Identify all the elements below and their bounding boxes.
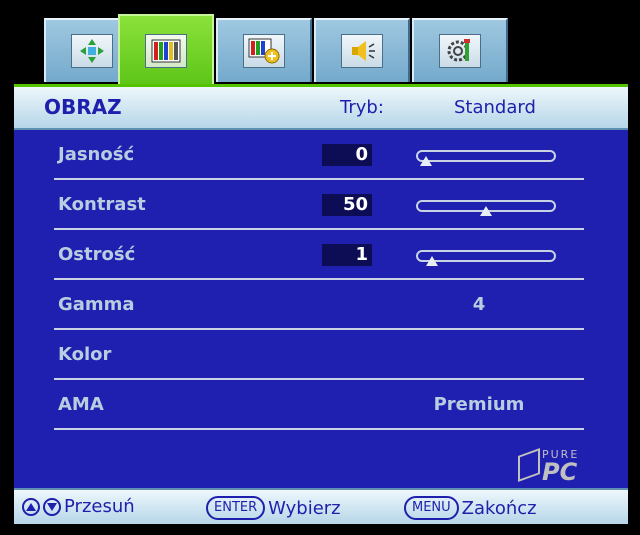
tab-picture[interactable] [118, 14, 214, 86]
setting-value: Premium [433, 394, 525, 415]
tab-picture-advanced[interactable] [216, 18, 312, 82]
speaker-icon [341, 34, 383, 68]
setting-row-contrast[interactable]: Kontrast 50 [54, 180, 584, 230]
setting-row-color[interactable]: Kolor [54, 330, 584, 380]
settings-panel: Jasność 0 Kontrast 50 Ostrość 1 Gamma 4 … [14, 130, 628, 488]
picture-add-icon [243, 34, 285, 68]
setting-value: 50 [322, 194, 372, 216]
slider-knob[interactable] [420, 156, 432, 166]
watermark-logo: PURE PC [514, 447, 614, 488]
logo-cube-icon [518, 447, 540, 483]
footer-enter-label: Wybierz [268, 497, 341, 519]
settings-gear-icon [439, 34, 481, 68]
setting-label: Gamma [58, 294, 135, 315]
osd-menu: OBRAZ Tryb: Standard Jasność 0 Kontrast … [14, 14, 628, 524]
row-divider [54, 428, 584, 430]
slider-knob[interactable] [480, 206, 492, 216]
setting-value: 1 [322, 244, 372, 266]
footer-menu-label: Zakończ [461, 497, 537, 519]
contrast-slider[interactable] [416, 200, 556, 216]
logo-text-main: PC [542, 458, 578, 486]
mode-value[interactable]: Standard [454, 97, 536, 118]
setting-value: 4 [472, 294, 486, 315]
arrow-down-icon [43, 497, 61, 516]
move-position-icon [71, 34, 113, 68]
setting-row-brightness[interactable]: Jasność 0 [54, 130, 584, 180]
brightness-slider[interactable] [416, 150, 556, 166]
arrow-up-icon [22, 497, 40, 516]
page-title: OBRAZ [44, 95, 122, 119]
footer-move-label: Przesuń [64, 496, 135, 517]
setting-label: AMA [58, 394, 104, 415]
setting-value: 0 [322, 144, 372, 166]
menu-key-badge: MENU [404, 496, 459, 520]
tab-system[interactable] [412, 18, 508, 82]
title-bar: OBRAZ Tryb: Standard [14, 84, 628, 130]
setting-label: Ostrość [58, 244, 136, 265]
picture-icon [145, 34, 187, 68]
mode-label: Tryb: [340, 97, 384, 118]
setting-label: Kontrast [58, 194, 146, 215]
setting-row-gamma[interactable]: Gamma 4 [54, 280, 584, 330]
setting-label: Kolor [58, 344, 112, 365]
enter-key-badge: ENTER [206, 496, 266, 520]
tab-bar [14, 14, 628, 86]
setting-row-ama[interactable]: AMA Premium [54, 380, 584, 430]
footer-move-hint: Przesuń [22, 496, 135, 517]
footer-bar: Przesuń ENTER Wybierz MENU Zakończ [14, 488, 628, 524]
tab-audio[interactable] [314, 18, 410, 82]
setting-label: Jasność [58, 144, 135, 165]
setting-row-sharpness[interactable]: Ostrość 1 [54, 230, 584, 280]
slider-knob[interactable] [426, 256, 438, 266]
footer-enter-hint: ENTER Wybierz [206, 496, 341, 520]
footer-menu-hint: MENU Zakończ [404, 496, 537, 520]
sharpness-slider[interactable] [416, 250, 556, 266]
